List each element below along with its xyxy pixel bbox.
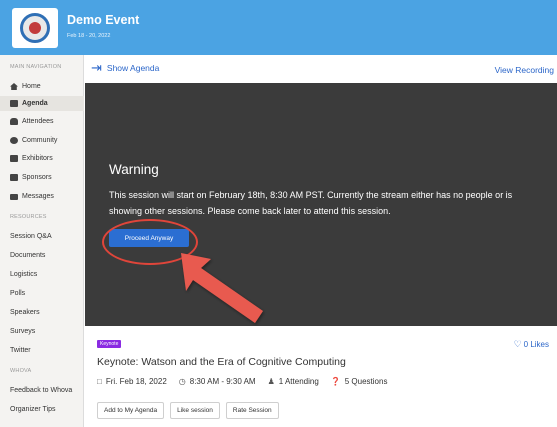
proceed-anyway-button[interactable]: Proceed Anyway xyxy=(109,229,189,247)
sidebar-item-logistics[interactable]: Logistics xyxy=(10,271,37,278)
sidebar-item-attendees[interactable]: Attendees xyxy=(10,118,54,125)
document-icon xyxy=(10,174,18,181)
sidebar-item-surveys[interactable]: Surveys xyxy=(10,328,35,335)
sidebar-item-label: Attendees xyxy=(22,118,54,125)
likes-link[interactable]: ♡ 0 Likes xyxy=(514,339,549,350)
warning-text: This session will start on February 18th… xyxy=(109,190,513,216)
sidebar-section-whova: WHOVA xyxy=(10,368,32,374)
sidebar-item-session-qa[interactable]: Session Q&A xyxy=(10,233,52,240)
sidebar-item-agenda[interactable]: Agenda xyxy=(10,100,48,107)
view-recording-link[interactable]: View Recording xyxy=(495,65,554,75)
sidebar-item-label: Community xyxy=(22,137,58,144)
arrow-right-bar-icon: ⇥ xyxy=(91,60,102,75)
sidebar-item-messages[interactable]: Messages xyxy=(10,193,54,200)
people-icon xyxy=(10,118,18,125)
event-dates: Feb 18 - 20, 2022 xyxy=(67,33,111,39)
sidebar-item-home[interactable]: Home xyxy=(10,83,41,90)
session-questions: 5 Questions xyxy=(344,377,388,386)
sidebar-item-exhibitors[interactable]: Exhibitors xyxy=(10,155,53,162)
session-title: Keynote: Watson and the Era of Cognitive… xyxy=(97,356,346,368)
event-title: Demo Event xyxy=(67,13,140,27)
event-logo[interactable] xyxy=(12,8,58,48)
attendee-icon: ♟ xyxy=(267,377,275,386)
session-attending: 1 Attending xyxy=(278,377,319,386)
session-type-badge: Keynote xyxy=(97,340,122,348)
sidebar-item-documents[interactable]: Documents xyxy=(10,252,45,259)
session-details: Keynote ♡ 0 Likes Keynote: Watson and th… xyxy=(85,326,557,427)
sidebar-item-label: Home xyxy=(22,83,41,90)
stream-area: Warning This session will start on Febru… xyxy=(85,83,557,326)
sidebar-item-speakers[interactable]: Speakers xyxy=(10,309,40,316)
rate-session-button[interactable]: Rate Session xyxy=(225,402,279,419)
sidebar-item-organizer-tips[interactable]: Organizer Tips xyxy=(10,406,56,413)
event-header: Demo Event Feb 18 - 20, 2022 xyxy=(0,0,557,55)
sidebar-item-feedback[interactable]: Feedback to Whova xyxy=(10,387,72,394)
session-time: 8:30 AM - 9:30 AM xyxy=(189,377,256,386)
calendar-icon: □ xyxy=(97,377,102,386)
question-icon: ❓ xyxy=(330,377,341,386)
session-meta: □ Fri. Feb 18, 2022 ◷ 8:30 AM - 9:30 AM … xyxy=(97,377,399,386)
sidebar: MAIN NAVIGATION Home Agenda Attendees Co… xyxy=(0,55,84,427)
pointer-arrow-icon xyxy=(181,253,263,323)
warning-heading: Warning xyxy=(109,162,159,177)
sidebar-item-sponsors[interactable]: Sponsors xyxy=(10,174,52,181)
session-actions: Add to My Agenda Like session Rate Sessi… xyxy=(97,402,279,419)
session-date: Fri. Feb 18, 2022 xyxy=(105,377,167,386)
calendar-icon xyxy=(10,100,18,107)
sidebar-item-twitter[interactable]: Twitter xyxy=(10,347,31,354)
heart-icon: ♡ xyxy=(513,339,522,349)
building-icon xyxy=(10,155,18,162)
show-agenda-link[interactable]: ⇥ Show Agenda xyxy=(91,60,159,75)
sidebar-section-main: MAIN NAVIGATION xyxy=(10,64,62,70)
sidebar-item-community[interactable]: Community xyxy=(10,137,57,144)
sidebar-item-label: Agenda xyxy=(22,100,48,107)
add-to-agenda-button[interactable]: Add to My Agenda xyxy=(97,402,165,419)
sidebar-section-resources: RESOURCES xyxy=(10,214,47,220)
sidebar-item-label: Exhibitors xyxy=(22,155,53,162)
sidebar-item-label: Sponsors xyxy=(22,174,52,181)
sidebar-item-label: Messages xyxy=(22,193,54,200)
sidebar-item-polls[interactable]: Polls xyxy=(10,290,25,297)
clock-icon: ◷ xyxy=(178,377,186,386)
chat-icon xyxy=(10,137,18,144)
content-topbar: ⇥ Show Agenda View Recording xyxy=(85,55,557,83)
home-icon xyxy=(10,83,18,90)
envelope-icon xyxy=(10,193,18,200)
like-session-button[interactable]: Like session xyxy=(170,402,220,419)
